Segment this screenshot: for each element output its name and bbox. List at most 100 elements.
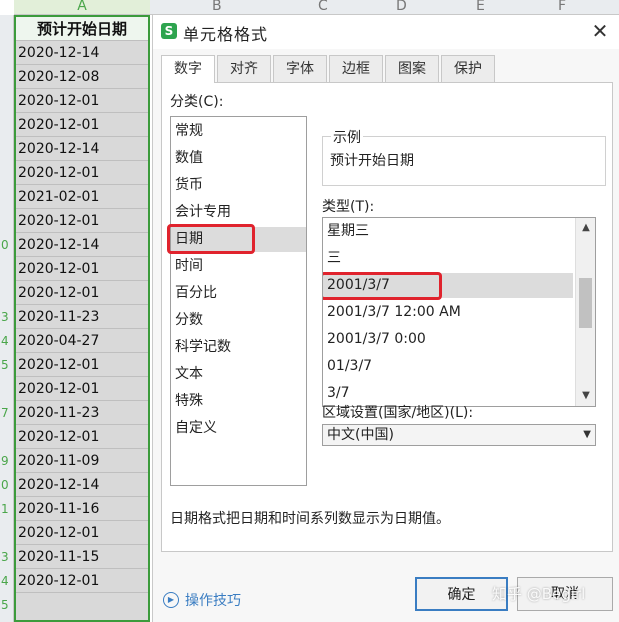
- date-cell[interactable]: 2020-11-15: [16, 545, 148, 569]
- dialog-title: 单元格格式: [183, 25, 269, 44]
- row-number[interactable]: 1: [0, 497, 14, 521]
- row-number[interactable]: [0, 113, 14, 137]
- tab-pattern[interactable]: 图案: [385, 55, 439, 82]
- row-number[interactable]: [0, 521, 14, 545]
- sample-legend: 示例: [331, 127, 363, 147]
- type-item[interactable]: 2001/3/7 12:00 AM: [327, 300, 577, 325]
- tab-border[interactable]: 边框: [329, 55, 383, 82]
- row-number[interactable]: 3: [0, 545, 14, 569]
- row-number[interactable]: [0, 425, 14, 449]
- column-header-f[interactable]: F: [558, 0, 566, 13]
- title-bar[interactable]: S 单元格格式 ✕: [153, 15, 619, 49]
- date-cell[interactable]: 2020-04-27: [16, 329, 148, 353]
- type-item[interactable]: 三: [327, 246, 577, 271]
- tips-link[interactable]: ▶ 操作技巧: [163, 590, 241, 610]
- date-cell[interactable]: 2020-12-01: [16, 161, 148, 185]
- row-number[interactable]: [0, 209, 14, 233]
- category-item[interactable]: 特殊: [175, 389, 300, 414]
- row-number[interactable]: [0, 161, 14, 185]
- type-list[interactable]: ▲ ▼ 星期三三 2001/3/7 2001/3/7 12:00 AM 2001/3/…: [322, 217, 596, 407]
- scroll-up-icon[interactable]: ▲: [576, 219, 595, 237]
- date-cell[interactable]: 2020-12-08: [16, 65, 148, 89]
- tab-bar: 数字 对齐 字体 边框 图案 保护: [161, 55, 497, 83]
- close-icon[interactable]: ✕: [588, 18, 612, 44]
- category-item[interactable]: 文本: [175, 362, 300, 387]
- row-number[interactable]: 5: [0, 353, 14, 377]
- type-item[interactable]: 2001/3/7 0:00: [327, 327, 577, 352]
- date-cell[interactable]: 2020-12-14: [16, 41, 148, 65]
- category-item[interactable]: 时间: [175, 254, 300, 279]
- type-item[interactable]: 2001/3/7: [323, 273, 573, 298]
- tips-label: 操作技巧: [185, 593, 241, 609]
- date-cell[interactable]: 2020-12-01: [16, 569, 148, 593]
- row-number[interactable]: 3: [0, 305, 14, 329]
- type-list-scrollbar[interactable]: ▲ ▼: [575, 218, 595, 406]
- category-item[interactable]: 货币: [175, 173, 300, 198]
- category-label: 分类(C):: [170, 94, 224, 110]
- row-number-column: 03457901345: [0, 15, 14, 622]
- date-cell[interactable]: 2020-12-01: [16, 89, 148, 113]
- tab-protection[interactable]: 保护: [441, 55, 495, 82]
- type-item[interactable]: 01/3/7: [327, 354, 577, 379]
- category-item[interactable]: 常规: [175, 119, 300, 144]
- date-cell[interactable]: 2020-12-01: [16, 113, 148, 137]
- row-number[interactable]: 0: [0, 233, 14, 257]
- row-number[interactable]: [0, 17, 14, 41]
- tab-alignment[interactable]: 对齐: [217, 55, 271, 82]
- row-number[interactable]: [0, 65, 14, 89]
- category-item[interactable]: 日期: [171, 227, 306, 252]
- date-cell[interactable]: 2020-12-01: [16, 521, 148, 545]
- row-number[interactable]: [0, 281, 14, 305]
- date-cell[interactable]: 2020-12-01: [16, 377, 148, 401]
- date-cell[interactable]: 2020-12-14: [16, 233, 148, 257]
- date-cell[interactable]: 2020-11-09: [16, 449, 148, 473]
- date-cell[interactable]: 2020-12-14: [16, 137, 148, 161]
- row-number[interactable]: [0, 89, 14, 113]
- header-cell[interactable]: 预计开始日期: [16, 17, 148, 41]
- category-item[interactable]: 科学记数: [175, 335, 300, 360]
- date-cell[interactable]: 2020-12-14: [16, 473, 148, 497]
- row-number[interactable]: 4: [0, 569, 14, 593]
- scroll-thumb[interactable]: [579, 278, 592, 328]
- format-cells-dialog: S 单元格格式 ✕ 数字 对齐 字体 边框 图案 保护 分类(C): 常规 数值货…: [152, 15, 619, 622]
- row-number[interactable]: [0, 257, 14, 281]
- category-item[interactable]: 会计专用: [175, 200, 300, 225]
- date-cell[interactable]: 2020-11-16: [16, 497, 148, 521]
- scroll-down-icon[interactable]: ▼: [576, 387, 595, 405]
- app-icon: S: [161, 23, 177, 39]
- date-cell[interactable]: 2020-12-01: [16, 281, 148, 305]
- type-item[interactable]: 星期三: [327, 219, 577, 244]
- date-cell[interactable]: 2020-11-23: [16, 305, 148, 329]
- row-number[interactable]: 7: [0, 401, 14, 425]
- row-number[interactable]: [0, 137, 14, 161]
- row-number[interactable]: [0, 377, 14, 401]
- date-cell[interactable]: 2020-11-23: [16, 401, 148, 425]
- ok-button[interactable]: 确定: [415, 577, 508, 611]
- locale-select[interactable]: 中文(中国) ▼: [322, 424, 596, 446]
- category-list[interactable]: 常规 数值 货币 会计专用 日期 时间 百分比 分数 科学记数 文本 特殊 自定义: [167, 116, 307, 486]
- date-cell[interactable]: 2020-12-01: [16, 353, 148, 377]
- category-item[interactable]: 分数: [175, 308, 300, 333]
- tab-font[interactable]: 字体: [273, 55, 327, 82]
- cancel-button[interactable]: 取消: [517, 577, 613, 611]
- locale-value: 中文(中国): [327, 427, 394, 443]
- row-number[interactable]: 4: [0, 329, 14, 353]
- column-header-c[interactable]: C: [318, 0, 328, 13]
- date-cell[interactable]: 2020-12-01: [16, 209, 148, 233]
- column-header-b[interactable]: B: [212, 0, 222, 13]
- row-number[interactable]: 9: [0, 449, 14, 473]
- category-item[interactable]: 百分比: [175, 281, 300, 306]
- tab-number[interactable]: 数字: [161, 55, 215, 83]
- date-cell[interactable]: 2020-12-01: [16, 257, 148, 281]
- column-header-e[interactable]: E: [476, 0, 485, 13]
- date-cell[interactable]: 2021-02-01: [16, 185, 148, 209]
- category-item[interactable]: 数值: [175, 146, 300, 171]
- column-header-d[interactable]: D: [396, 0, 407, 13]
- column-header-a[interactable]: A: [14, 0, 150, 15]
- row-number[interactable]: 5: [0, 593, 14, 617]
- row-number[interactable]: 0: [0, 473, 14, 497]
- row-number[interactable]: [0, 41, 14, 65]
- category-item[interactable]: 自定义: [175, 416, 300, 441]
- date-cell[interactable]: 2020-12-01: [16, 425, 148, 449]
- row-number[interactable]: [0, 185, 14, 209]
